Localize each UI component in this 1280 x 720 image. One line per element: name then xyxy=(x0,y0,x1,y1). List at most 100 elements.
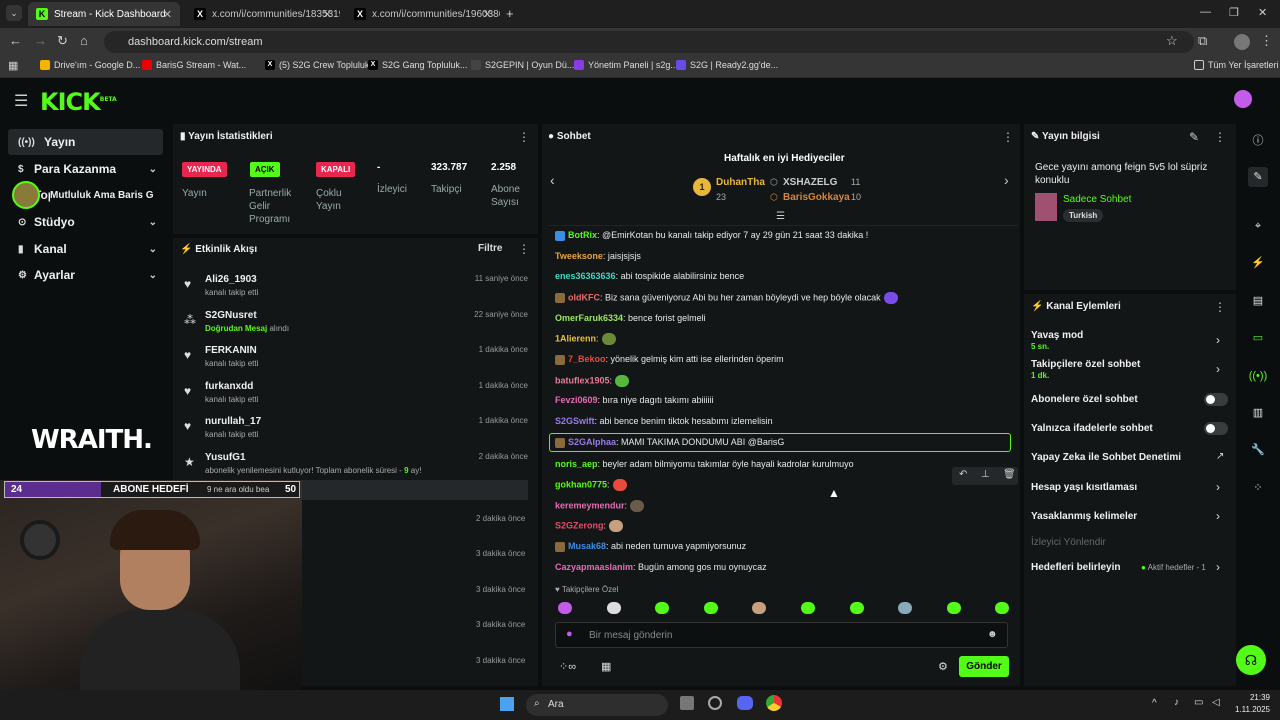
sidebar-item-ayarlar[interactable]: ⚙ Ayarlar ⌄ xyxy=(8,262,163,288)
chat-message[interactable]: keremeymendur: xyxy=(555,500,645,512)
document-icon[interactable]: ▤ xyxy=(1248,291,1268,311)
sidebar-item-yayin[interactable]: ((•)) Yayın xyxy=(8,129,163,155)
chat-username[interactable]: Musak68 xyxy=(568,541,606,551)
emote-picker-icon[interactable] xyxy=(558,602,572,614)
emote-chat-toggle[interactable] xyxy=(1204,422,1228,435)
gifter-name[interactable]: BarisGokkaya xyxy=(783,192,850,203)
reload-icon[interactable]: ↻ xyxy=(57,33,68,49)
wrench-icon[interactable]: 🔧 xyxy=(1248,440,1268,460)
sidebar-item-studyo[interactable]: ⊙ Stüdyo ⌄ xyxy=(8,209,163,235)
sidebar-item-kanal[interactable]: ▮ Kanal ⌄ xyxy=(8,236,163,262)
info-icon[interactable]: ⓘ xyxy=(1248,131,1268,151)
window-close-icon[interactable]: ✕ xyxy=(1258,6,1267,19)
chat-username[interactable]: gokhan0775 xyxy=(555,479,607,489)
chat-settings-icon[interactable]: ⚙ xyxy=(938,660,948,673)
back-icon[interactable]: ← xyxy=(9,33,22,48)
bookmark-star-icon[interactable]: ☆ xyxy=(1166,33,1178,49)
task-view-icon[interactable] xyxy=(680,696,694,710)
tab-x-community-2[interactable]: X x.com/i/communities/19603866 ✕ xyxy=(346,2,500,26)
chat-username[interactable]: S2GSwift xyxy=(555,416,595,426)
hamburger-menu-icon[interactable]: ☰ xyxy=(14,91,28,111)
apps-grid-icon[interactable]: ▦ xyxy=(8,59,18,72)
send-button[interactable]: Gönder xyxy=(959,656,1009,677)
reply-icon[interactable]: ↶ xyxy=(959,469,967,480)
category-thumbnail[interactable] xyxy=(1035,193,1057,221)
chat-username[interactable]: noris_aep xyxy=(555,459,598,469)
close-icon[interactable]: ✕ xyxy=(483,8,492,21)
category-link[interactable]: Sadece Sohbet xyxy=(1063,194,1131,205)
chat-message[interactable]: Musak68: abi neden turnuva yapmiyorsunuz xyxy=(555,541,746,552)
edit-icon[interactable]: ✎ xyxy=(1189,130,1199,144)
profile-avatar[interactable] xyxy=(1234,34,1250,50)
chevron-right-icon[interactable]: › xyxy=(1216,333,1220,347)
gifter-name[interactable]: XSHAZELG xyxy=(783,177,837,188)
chevron-right-icon[interactable]: › xyxy=(1216,362,1220,376)
activity-user[interactable]: nurullah_17 xyxy=(205,416,261,427)
chat-username[interactable]: S2GZerong xyxy=(555,520,604,530)
chat-username[interactable]: Fevzi0609 xyxy=(555,395,598,405)
tab-search-icon[interactable]: ⌄ xyxy=(6,5,22,21)
chat-menu-icon[interactable]: ⋮ xyxy=(1002,130,1014,144)
chevron-right-icon[interactable]: › xyxy=(1216,509,1220,523)
stream-info-menu-icon[interactable]: ⋮ xyxy=(1214,130,1226,144)
chat-message[interactable]: S2GZerong: xyxy=(555,520,624,532)
chat-username[interactable]: 7_Bekoo xyxy=(568,354,606,364)
prev-arrow-icon[interactable]: ‹ xyxy=(550,172,555,188)
bookmark-item[interactable]: BarisG Stream - Wat... xyxy=(142,60,246,70)
channel-actions-menu-icon[interactable]: ⋮ xyxy=(1214,300,1226,314)
chat-message[interactable]: Fevzi0609: bıra niye dagıtı takımı abiii… xyxy=(555,395,714,405)
chat-input[interactable]: ● Bir mesaj gönderin ☻ xyxy=(555,622,1008,648)
windows-start-icon[interactable] xyxy=(500,697,514,711)
bookmark-item[interactable]: Drive'ım - Google D... xyxy=(40,60,140,70)
chat-username[interactable]: Cazyapmaaslanim xyxy=(555,562,633,572)
bookmark-item[interactable]: Yönetim Paneli | s2g... xyxy=(574,60,678,70)
bookmark-item[interactable]: X (5) S2G Crew Topluluk... xyxy=(265,60,377,70)
minimize-icon[interactable]: — xyxy=(1200,6,1211,18)
chat-message[interactable]: Cazyapmaaslanim: Bugün among gos mu oynu… xyxy=(555,562,767,572)
emote-picker-icon[interactable] xyxy=(655,602,670,614)
user-avatar[interactable] xyxy=(1234,90,1252,108)
bookmark-item[interactable]: X S2G Gang Topluluk... xyxy=(368,60,467,70)
app-icon[interactable] xyxy=(708,696,722,710)
chat-message[interactable]: batuflex1905: xyxy=(555,375,630,387)
delete-icon[interactable]: 🗑 xyxy=(1003,469,1016,480)
mic-icon[interactable]: ● xyxy=(566,628,573,640)
subs-chat-toggle[interactable] xyxy=(1204,393,1228,406)
chat-username[interactable]: enes36363636 xyxy=(555,271,616,281)
mod-tools-icon[interactable]: ⁘ xyxy=(1248,478,1268,498)
chat-message[interactable]: OmerFaruk6334: bence forist gelmeli xyxy=(555,313,706,323)
edit-panel-icon[interactable]: ✎ xyxy=(1248,167,1268,187)
activity-user[interactable]: furkanxdd xyxy=(205,381,253,392)
activity-menu-icon[interactable]: ⋮ xyxy=(518,242,530,256)
new-tab-icon[interactable]: + xyxy=(506,6,514,21)
slow-mode-item[interactable]: Yavaş mod xyxy=(1031,330,1083,341)
emote-picker-icon[interactable] xyxy=(801,602,815,614)
forward-icon[interactable]: → xyxy=(34,33,47,48)
close-icon[interactable]: ✕ xyxy=(323,8,332,21)
stats-menu-icon[interactable]: ⋮ xyxy=(518,130,530,144)
tag-badge[interactable]: Turkish xyxy=(1063,209,1104,222)
pin-message-icon[interactable]: ⊥ xyxy=(981,469,990,480)
store-icon[interactable]: ▦ xyxy=(601,660,611,673)
chevron-right-icon[interactable]: › xyxy=(1216,560,1220,574)
restore-icon[interactable]: ❐ xyxy=(1229,6,1239,19)
emote-picker-icon[interactable] xyxy=(946,602,961,614)
extensions-icon[interactable]: ⧉ xyxy=(1198,33,1207,49)
close-icon[interactable]: ✕ xyxy=(163,8,172,21)
ai-moderation-item[interactable]: Yapay Zeka ile Sohbet Denetimi xyxy=(1031,452,1181,463)
chat-username[interactable]: 1Alierenn xyxy=(555,333,596,343)
support-headset-icon[interactable]: ☊ xyxy=(1236,645,1266,675)
next-arrow-icon[interactable]: › xyxy=(1004,172,1009,188)
bolt-panel-icon[interactable]: ⚡ xyxy=(1248,253,1268,273)
pin-icon[interactable]: ☰ xyxy=(776,211,785,222)
chat-username[interactable]: Tweeksone xyxy=(555,251,603,261)
chat-message[interactable]: 1Alierenn: xyxy=(555,333,616,345)
network-icon[interactable]: ▭ xyxy=(1194,697,1203,708)
chat-users-icon[interactable]: ⁘∞ xyxy=(559,660,576,673)
set-goals-item[interactable]: Hedefleri belirleyin xyxy=(1031,562,1120,573)
activity-user[interactable]: YusufG1 xyxy=(205,452,246,463)
volume-icon[interactable]: ◁ xyxy=(1212,697,1220,708)
chat-message[interactable]: oldKFC: Biz sana güveniyoruz Abi bu her … xyxy=(555,292,898,304)
chat-username[interactable]: oldKFC xyxy=(568,292,600,302)
bookmark-item[interactable]: S2G | Ready2.gg'de... xyxy=(676,60,778,70)
